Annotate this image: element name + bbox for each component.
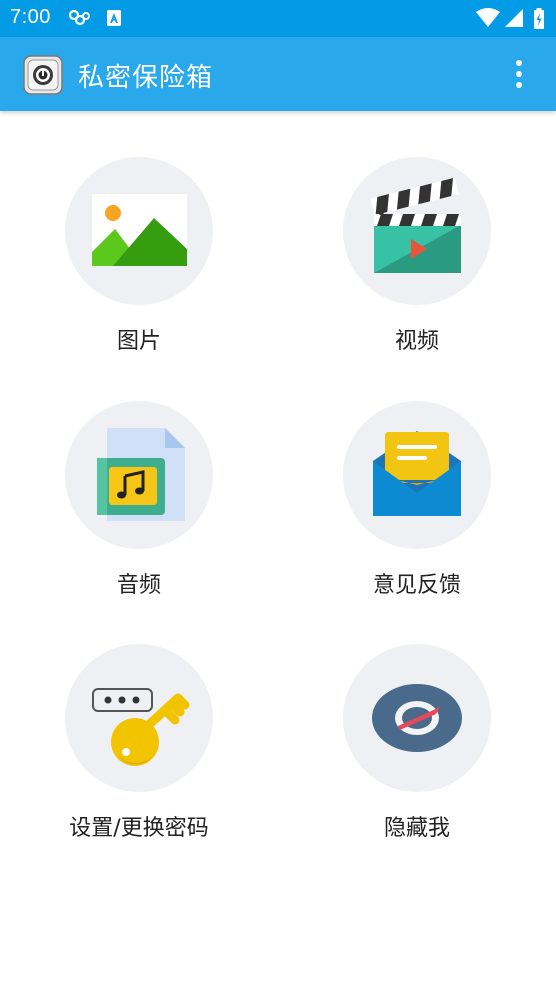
hide-eye-icon (343, 644, 491, 792)
grid-item-label: 隐藏我 (383, 816, 450, 841)
notification-icon (68, 9, 92, 31)
audio-file-icon (65, 401, 213, 549)
menu-dot (516, 60, 522, 66)
grid-item-video[interactable]: 视频 (317, 157, 517, 367)
menu-dot (516, 71, 522, 77)
app-title: 私密保险箱 (78, 63, 214, 93)
grid-item-label: 视频 (394, 329, 439, 354)
app-bar: 私密保险箱 (0, 37, 556, 111)
grid-item-label: 设置/更换密码 (69, 816, 209, 841)
grid-item-label: 音频 (116, 573, 161, 598)
grid-item-audio[interactable]: 音频 (39, 401, 239, 611)
safe-icon (23, 55, 63, 95)
menu-dot (516, 82, 522, 88)
status-time: 7:00 (10, 6, 51, 28)
wifi-icon (476, 8, 500, 32)
picture-icon (65, 157, 213, 305)
battery-icon (533, 8, 545, 34)
grid-item-pictures[interactable]: 图片 (39, 157, 239, 367)
grid-item-hide-me[interactable]: 隐藏我 (317, 644, 517, 854)
feedback-envelope-icon (343, 401, 491, 549)
signal-icon (504, 8, 524, 32)
video-clapper-icon (343, 157, 491, 305)
grid-item-label: 图片 (116, 329, 161, 354)
more-vert-icon[interactable] (504, 57, 534, 91)
grid-item-change-password[interactable]: 设置/更换密码 (39, 644, 239, 854)
status-bar: 7:00 (0, 0, 556, 37)
grid-item-feedback[interactable]: 意见反馈 (317, 401, 517, 611)
grid-item-label: 意见反馈 (372, 573, 461, 598)
keyboard-icon (106, 9, 122, 31)
password-key-icon (65, 644, 213, 792)
